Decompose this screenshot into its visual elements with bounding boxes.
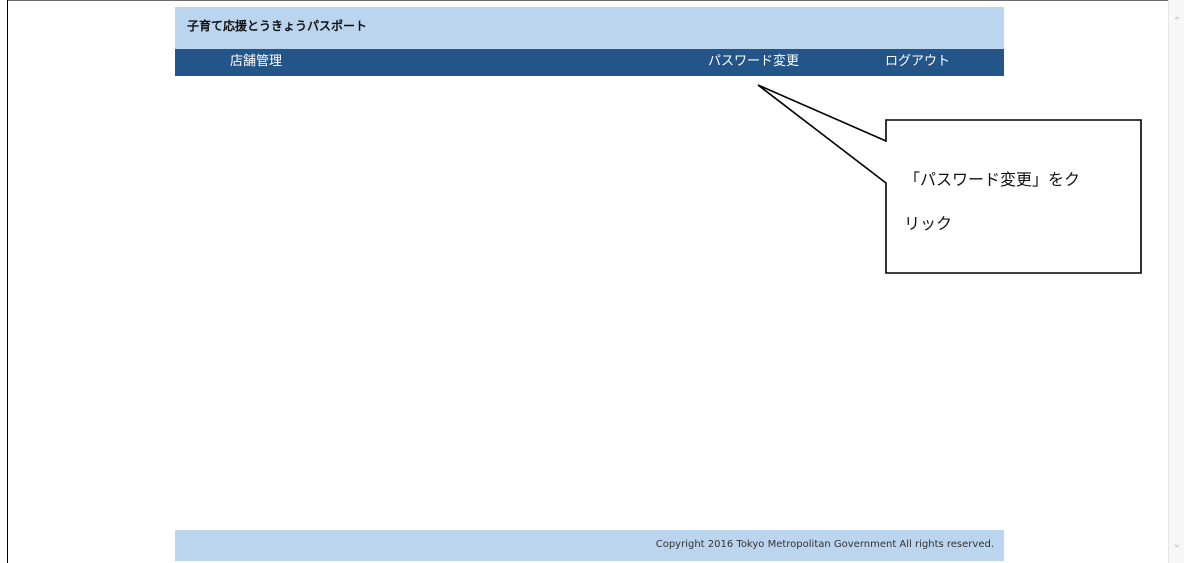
navbar: 店舗管理 パスワード変更 ログアウト <box>175 49 1004 76</box>
nav-logout-link[interactable]: ログアウト <box>885 49 950 76</box>
callout-text: 「パスワード変更」をク リック <box>904 158 1129 246</box>
vertical-scrollbar[interactable]: ⌃ ⌄ <box>1168 0 1184 563</box>
frame-top-border <box>7 0 1168 1</box>
callout-annotation <box>757 84 1142 274</box>
footer: Copyright 2016 Tokyo Metropolitan Govern… <box>175 530 1004 561</box>
app-header: 子育て応援とうきょうパスポート <box>175 7 1004 49</box>
chevron-up-icon[interactable]: ⌃ <box>1169 14 1184 30</box>
callout-line-1: 「パスワード変更」をク <box>904 170 1081 189</box>
app-title: 子育て応援とうきょうパスポート <box>187 19 368 33</box>
nav-store-management-link[interactable]: 店舗管理 <box>230 49 282 76</box>
chevron-down-icon[interactable]: ⌄ <box>1169 537 1184 553</box>
footer-copyright: Copyright 2016 Tokyo Metropolitan Govern… <box>655 539 994 550</box>
browser-viewport: 子育て応援とうきょうパスポート 店舗管理 パスワード変更 ログアウト Copyr… <box>0 0 1184 563</box>
frame-left-border <box>7 0 8 563</box>
nav-password-change-link[interactable]: パスワード変更 <box>708 49 799 76</box>
callout-line-2: リック <box>904 214 953 233</box>
